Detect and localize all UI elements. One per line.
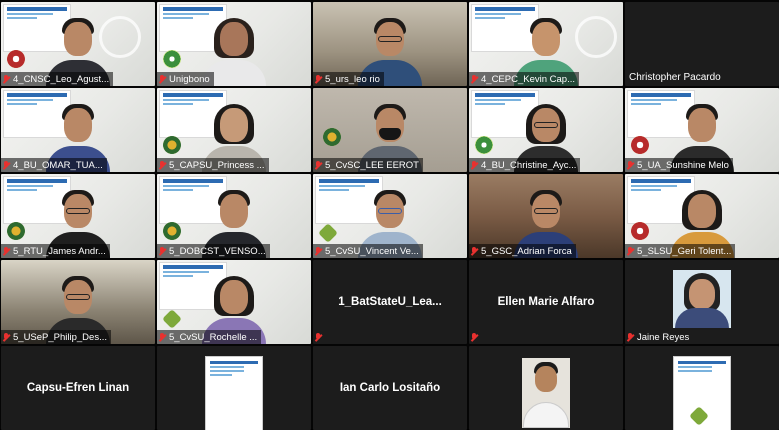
participant-mic-label [469,330,482,344]
mic-muted-icon [471,246,478,256]
participant-name-label: 5_CvSU_Rochelle ... [157,330,262,344]
participant-name-label: 5_UA_Sunshine Melo [625,158,733,172]
school-logo-icon [163,50,181,68]
participant-tile[interactable]: Ellen Marie Alfaro [469,260,623,344]
school-logo-icon [631,136,649,154]
school-logo-icon [7,222,25,240]
school-logo-icon [318,223,338,243]
mic-muted-icon [471,74,478,84]
mic-muted-icon [627,332,634,342]
mic-muted-icon [3,74,10,84]
mic-muted-icon [315,74,322,84]
mic-muted-icon [3,160,10,170]
participant-name-label: Jaine Reyes [625,330,693,344]
school-logo-icon [631,222,649,240]
participant-tile[interactable]: 5_RTU_James Andr... [1,174,155,258]
participant-name-label: 5_RTU_James Andr... [1,244,110,258]
mic-muted-icon [159,160,166,170]
school-logo-icon [475,136,493,154]
participant-name-label: 4_CNSC_Leo_Agust... [1,72,114,86]
participant-name-label: 5_GSC_Adrian Forca [469,244,576,258]
mic-muted-icon [159,246,166,256]
participant-name-center: Ian Carlo Lositaño [339,382,441,394]
participant-name-label: 5_SLSU_Geri Tolent... [625,244,736,258]
participant-tile[interactable]: 5_GSC_Adrian Forca [469,174,623,258]
participant-name-label: 4_BU_Christine_Ayc... [469,158,581,172]
participant-name-label: 5_CvSU_Vincent Ve... [313,244,423,258]
school-logo-icon [7,50,25,68]
participant-tile[interactable]: 4_BU_Christine_Ayc... [469,88,623,172]
mic-muted-icon [627,246,634,256]
school-logo-icon [162,309,182,329]
participant-name-label: Unigbono [157,72,214,86]
participant-tile[interactable] [157,346,311,430]
participant-name-center: 1_BatStateU_Lea... [338,296,442,308]
participant-name-label: 5_CAPSU_Princess ... [157,158,269,172]
profile-photo [522,358,570,428]
participant-tile[interactable]: 5_SLSU_Geri Tolent... [625,174,779,258]
participant-tile[interactable]: 5_USeP_Philip_Des... [1,260,155,344]
participant-tile[interactable] [469,346,623,430]
mic-muted-icon [627,160,634,170]
participant-tile[interactable]: Unigbono [157,2,311,86]
participant-name-label: 4_CEPC_Kevin Cap... [469,72,579,86]
participant-mic-label [313,330,326,344]
participant-tile[interactable]: 5_CAPSU_Princess ... [157,88,311,172]
profile-photo [673,270,731,328]
participant-name-label: 5_DOBCST_VENSO... [157,244,270,258]
participant-name-label: 4_BU_OMAR_TUA... [1,158,107,172]
participant-name-center: Capsu-Efren Linan [26,382,130,394]
mic-muted-icon [3,246,10,256]
mic-muted-icon [159,332,166,342]
profile-slide-image [673,356,731,430]
mic-muted-icon [471,332,478,342]
participant-tile[interactable]: 5_CvSU_Rochelle ... [157,260,311,344]
participant-tile[interactable]: 5_urs_leo rio [313,2,467,86]
participant-tile[interactable]: Jaine Reyes [625,260,779,344]
participant-tile[interactable] [625,346,779,430]
mic-muted-icon [3,332,10,342]
participant-tile[interactable]: 5_UA_Sunshine Melo [625,88,779,172]
participant-tile[interactable]: 4_BU_OMAR_TUA... [1,88,155,172]
participant-name-label: 5_USeP_Philip_Des... [1,330,111,344]
participant-tile[interactable]: Christopher Pacardo [625,2,779,86]
profile-slide-image [205,356,263,430]
school-logo-icon [163,136,181,154]
decor-ring [575,16,617,58]
participant-tile[interactable]: Capsu-Efren Linan [1,346,155,430]
mic-muted-icon [471,160,478,170]
school-logo-icon [689,406,709,426]
participant-tile[interactable]: 4_CNSC_Leo_Agust... [1,2,155,86]
mic-muted-icon [159,74,166,84]
participant-tile[interactable]: 5_DOBCST_VENSO... [157,174,311,258]
mic-muted-icon [315,332,322,342]
participant-tile[interactable]: Ian Carlo Lositaño [313,346,467,430]
school-logo-icon [163,222,181,240]
mic-muted-icon [315,246,322,256]
mic-muted-icon [315,160,322,170]
participant-tile[interactable]: 4_CEPC_Kevin Cap... [469,2,623,86]
participant-name-center: Ellen Marie Alfaro [497,296,595,308]
participant-name-label: 5_CvSC_LEE EEROT [313,158,423,172]
participant-tile[interactable]: 5_CvSU_Vincent Ve... [313,174,467,258]
gallery-grid: 4_CNSC_Leo_Agust... Unigbono 5_urs_leo r… [0,0,779,430]
participant-name-label: Christopher Pacardo [629,71,721,83]
participant-tile[interactable]: 5_CvSC_LEE EEROT [313,88,467,172]
participant-tile[interactable]: 1_BatStateU_Lea... [313,260,467,344]
participant-name-label: 5_urs_leo rio [313,72,384,86]
school-logo-icon [323,128,341,146]
